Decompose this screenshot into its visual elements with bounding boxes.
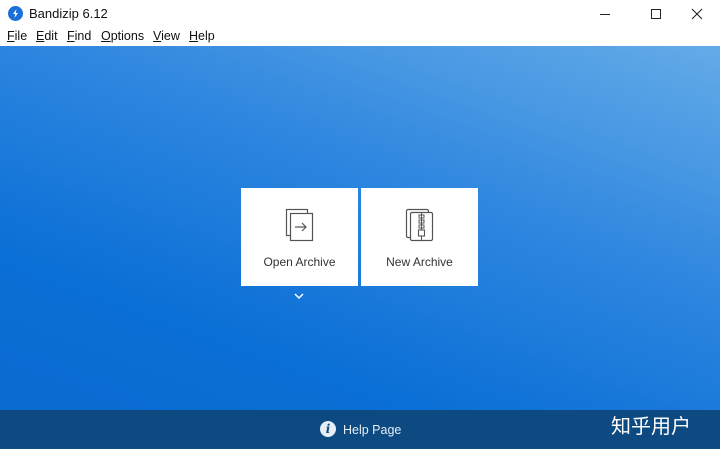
- maximize-icon: [651, 9, 661, 19]
- footer-bar: i Help Page 知乎用户: [0, 410, 720, 449]
- menu-options-rest: ptions: [110, 29, 145, 43]
- bandizip-logo-icon: [8, 6, 23, 21]
- open-archive-button[interactable]: Open Archive: [241, 188, 358, 286]
- close-button[interactable]: [674, 0, 720, 28]
- new-archive-button[interactable]: New Archive: [361, 188, 478, 286]
- menu-help-rest: elp: [198, 29, 215, 43]
- menu-edit-rest: dit: [44, 29, 58, 43]
- close-icon: [691, 8, 703, 20]
- open-archive-icon: [285, 208, 314, 242]
- new-archive-label: New Archive: [386, 255, 453, 269]
- maximize-button[interactable]: [633, 0, 679, 28]
- info-icon-glyph: i: [325, 422, 331, 436]
- menu-edit[interactable]: Edit: [36, 29, 58, 43]
- menu-view-mnemonic: V: [153, 29, 162, 43]
- bandizip-window: Bandizip 6.12 File Edit Find Options Vie…: [0, 0, 720, 449]
- menu-view[interactable]: View: [153, 29, 180, 43]
- menu-view-rest: iew: [161, 29, 180, 43]
- chevron-down-icon[interactable]: [293, 292, 305, 300]
- menu-find-rest: ind: [74, 29, 92, 43]
- watermark-text: 知乎用户: [611, 416, 691, 438]
- menu-file[interactable]: File: [7, 29, 27, 43]
- menu-help-mnemonic: H: [189, 29, 199, 43]
- window-title: Bandizip 6.12: [29, 6, 108, 21]
- menu-bar: File Edit Find Options View Help: [0, 28, 720, 46]
- menu-help[interactable]: Help: [189, 29, 215, 43]
- menu-file-mnemonic: F: [7, 29, 15, 43]
- menu-file-rest: ile: [14, 29, 28, 43]
- menu-options-mnemonic: O: [101, 29, 111, 43]
- open-archive-label: Open Archive: [263, 255, 336, 269]
- menu-find[interactable]: Find: [67, 29, 91, 43]
- minimize-icon: [600, 14, 610, 15]
- menu-options[interactable]: Options: [101, 29, 144, 43]
- minimize-button[interactable]: [582, 0, 628, 28]
- menu-find-mnemonic: F: [67, 29, 75, 43]
- main-area: Open Archive New Archive: [0, 46, 720, 410]
- new-archive-zipper-icon: [405, 208, 434, 242]
- help-page-link[interactable]: Help Page: [343, 423, 401, 437]
- title-bar: Bandizip 6.12: [0, 0, 720, 28]
- info-icon[interactable]: i: [320, 421, 336, 437]
